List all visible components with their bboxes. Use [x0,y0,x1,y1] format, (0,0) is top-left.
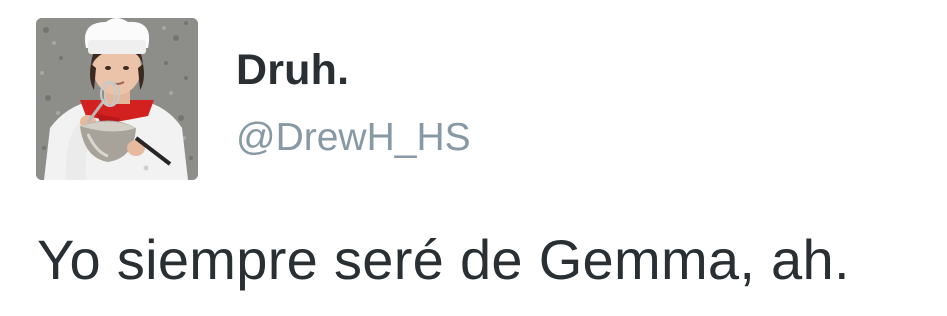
avatar-image [36,18,198,180]
user-handle[interactable]: @DrewH_HS [236,108,471,168]
tweet-text: Yo siempre seré de Gemma, ah. [37,228,850,291]
display-name[interactable]: Druh. [236,40,349,100]
avatar[interactable] [36,18,198,180]
tweet-card: Druh. @DrewH_HS Yo siempre seré de Gemma… [0,0,947,316]
